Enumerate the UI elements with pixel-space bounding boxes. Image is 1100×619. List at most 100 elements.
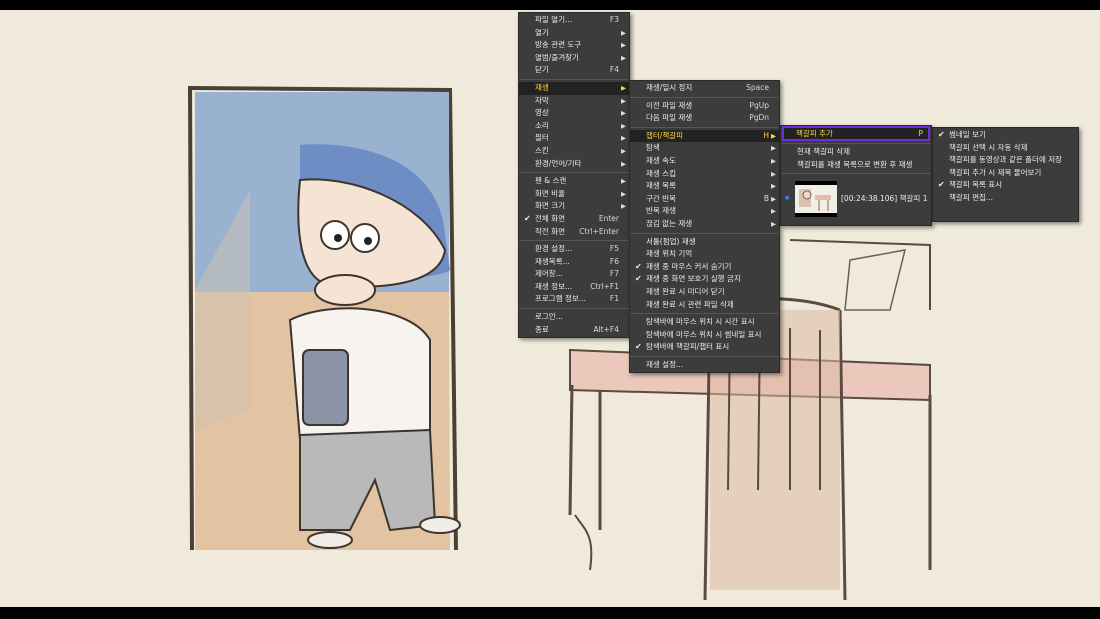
menu-item-control-window[interactable]: 제어창... F7	[519, 268, 629, 281]
menu-item-video[interactable]: 영상 ▶	[519, 107, 629, 120]
menu-item-preferences[interactable]: 환경 설정... F5	[519, 243, 629, 256]
menu-item-seamless-play[interactable]: 끊김 없는 재생 ▶	[630, 218, 779, 231]
menu-item-play-skip[interactable]: 재생 스킵 ▶	[630, 168, 779, 181]
menu-item-playlist[interactable]: 재생목록... F6	[519, 256, 629, 269]
check-icon: ✔	[635, 261, 642, 271]
triangle-right-icon: ▶	[771, 156, 776, 165]
triangle-right-icon: ▶	[771, 131, 776, 140]
menu-item-close[interactable]: 닫기 F4	[519, 64, 629, 77]
menu-separator	[630, 232, 779, 234]
menu-item-play-list[interactable]: 재생 목록 ▶	[630, 180, 779, 193]
menu-separator	[519, 172, 629, 174]
menu-item-fullscreen[interactable]: ✔ 전체 화면 Enter	[519, 213, 629, 226]
menu-item-sound[interactable]: 소리 ▶	[519, 120, 629, 133]
menu-item-close-on-finish[interactable]: 재생 완료 시 미디어 닫기	[630, 286, 779, 299]
triangle-right-icon: ▶	[771, 169, 776, 178]
menu-separator	[781, 143, 931, 144]
menu-separator	[630, 126, 779, 128]
triangle-right-icon: ▶	[621, 134, 626, 143]
menu-item-broadcast-tools[interactable]: 방송 관련 도구 ▶	[519, 39, 629, 52]
check-icon: ✔	[938, 180, 945, 190]
menu-separator	[630, 313, 779, 315]
triangle-right-icon: ▶	[771, 194, 776, 203]
triangle-right-icon: ▶	[621, 96, 626, 105]
menu-item-delete-on-finish[interactable]: 재생 완료 시 관련 파일 삭제	[630, 299, 779, 312]
menu-item-show-thumbnail[interactable]: ✔ 썸네일 보기	[933, 129, 1078, 142]
menu-item-play-pause[interactable]: 재생/일시 정지 Space	[630, 82, 779, 95]
menu-item-prev-file[interactable]: 이전 파일 재생 PgUp	[630, 100, 779, 113]
menu-item-play-info[interactable]: 재생 정보... Ctrl+F1	[519, 281, 629, 294]
menu-item-seekbar-time[interactable]: 탐색바에 마우스 위치 시 시간 표시	[630, 316, 779, 329]
menu-item-env-lang[interactable]: 환경/언어/기타 ▶	[519, 158, 629, 171]
menu-item-show-bookmark-list[interactable]: ✔ 책갈피 목록 표시	[933, 179, 1078, 192]
main-context-menu: 파일 열기... F3 열기 ▶ 방송 관련 도구 ▶ 열범/즐겨찾기 ▶ 닫기 F4 재…	[518, 12, 630, 339]
menu-separator	[519, 308, 629, 310]
triangle-right-icon: ▶	[621, 177, 626, 186]
menu-item-desktop-screen[interactable]: 작전 화면 Ctrl+Enter	[519, 226, 629, 239]
menu-item-chapter-bookmark[interactable]: 챕터/책갈피 H ▶	[630, 129, 779, 143]
menu-item-aspect-ratio[interactable]: 화면 비율 ▶	[519, 188, 629, 201]
menu-item-shuffle-play[interactable]: 서툴(펌업) 재생	[630, 236, 779, 249]
menu-separator	[519, 78, 629, 80]
menu-item-no-screensaver[interactable]: ✔ 재생 중 화면 보호기 실행 금지	[630, 273, 779, 286]
menu-item-seekbar-thumbnail[interactable]: 탐색바에 마우스 위치 시 썸네일 표시	[630, 329, 779, 342]
bookmark-thumbnail-image	[795, 185, 837, 214]
play-submenu: 재생/일시 정지 Space 이전 파일 재생 PgUp 다음 파일 재생 PgDn …	[629, 80, 780, 374]
menu-item-screen-size[interactable]: 화면 크기 ▶	[519, 200, 629, 213]
menu-item-seekbar-bookmark[interactable]: ✔ 탐색바에 책갈피/챕터 표시	[630, 341, 779, 354]
menu-item-save-bookmark-same-folder[interactable]: 책갈피를 동영상과 같은 폴더에 저장	[933, 154, 1078, 167]
menu-item-pan-scan[interactable]: 팬 & 스캔 ▶	[519, 175, 629, 188]
triangle-right-icon: ▶	[771, 182, 776, 191]
menu-item-play[interactable]: 재생 ▶	[519, 81, 629, 95]
menu-item-open[interactable]: 열기 ▶	[519, 27, 629, 40]
triangle-right-icon: ▶	[621, 202, 626, 211]
menu-separator	[519, 240, 629, 242]
menu-item-play-speed[interactable]: 재생 속도 ▶	[630, 155, 779, 168]
menu-item-repeat-play[interactable]: 반복 재생 ▶	[630, 205, 779, 218]
bookmark-entry[interactable]: ● [00:24:38.106] 책갈피 1	[781, 176, 931, 222]
menu-item-ask-bookmark-title[interactable]: 책갈피 추가 시 제목 물어보기	[933, 167, 1078, 180]
menu-item-hide-cursor[interactable]: ✔ 재생 중 마우스 커서 숨기기	[630, 261, 779, 274]
chapter-bookmark-submenu: 책갈피 추가P▶ 현재 책갈피 삭제 책갈피를 재생 목록으로 변환 후 재생 …	[780, 125, 940, 227]
menu-item-remember-position[interactable]: 재생 위치 기억	[630, 248, 779, 261]
triangle-right-icon: ▶	[621, 53, 626, 62]
menu-item-edit-bookmark[interactable]: 책갈피 편집...	[933, 192, 1078, 205]
triangle-right-icon: ▶	[621, 28, 626, 37]
menu-item-play-settings[interactable]: 재생 설정...	[630, 359, 779, 372]
bookmark-options-submenu: ✔ 썸네일 보기 책갈피 선택 시 자동 삭제 책갈피를 동영상과 같은 폴더에 …	[932, 127, 1079, 222]
menu-separator	[630, 355, 779, 357]
menu-item-exit[interactable]: 종료 Alt+F4	[519, 324, 629, 337]
menu-item-seek[interactable]: 탐색 ▶	[630, 142, 779, 155]
menu-item-auto-delete-bookmark[interactable]: 책갈피 선택 시 자동 삭제	[933, 142, 1078, 155]
triangle-right-icon: ▶	[621, 41, 626, 50]
check-icon: ✔	[938, 130, 945, 139]
check-icon: ✔	[524, 213, 531, 223]
bullet-icon: ●	[785, 195, 790, 202]
menu-item-filter[interactable]: 필터 ▶	[519, 132, 629, 145]
bookmark-thumbnail	[795, 181, 837, 218]
menu-item-delete-current-bookmark[interactable]: 현재 책갈피 삭제	[781, 146, 931, 159]
menu-item-login[interactable]: 로그인...	[519, 311, 629, 324]
menu-item-skin[interactable]: 스킨 ▶	[519, 145, 629, 158]
menu-item-add-bookmark[interactable]: 책갈피 추가P▶	[782, 126, 940, 141]
triangle-right-icon: ▶	[621, 109, 626, 118]
triangle-right-icon: ▶	[621, 121, 626, 130]
triangle-right-icon: ▶	[621, 146, 626, 155]
menu-item-subtitle[interactable]: 자막 ▶	[519, 95, 629, 108]
menu-item-open-file[interactable]: 파일 열기... F3	[519, 14, 629, 27]
triangle-right-icon: ▶	[771, 219, 776, 228]
check-icon: ✔	[635, 274, 642, 284]
menu-separator	[781, 173, 931, 175]
menu-separator	[630, 96, 779, 98]
triangle-right-icon: ▶	[771, 207, 776, 216]
menu-item-program-info[interactable]: 프로그램 정보... F1	[519, 293, 629, 306]
triangle-right-icon: ▶	[621, 159, 626, 168]
triangle-right-icon: ▶	[621, 83, 626, 92]
check-icon: ✔	[635, 342, 642, 352]
triangle-right-icon: ▶	[771, 144, 776, 153]
menu-item-section-repeat[interactable]: 구간 반복 B ▶	[630, 193, 779, 206]
menu-item-convert-bookmark-playlist[interactable]: 책갈피를 재생 목록으로 변환 후 재생	[781, 159, 931, 172]
menu-item-next-file[interactable]: 다음 파일 재생 PgDn	[630, 112, 779, 125]
triangle-right-icon: ▶	[621, 189, 626, 198]
menu-item-favorites[interactable]: 열범/즐겨찾기 ▶	[519, 52, 629, 65]
